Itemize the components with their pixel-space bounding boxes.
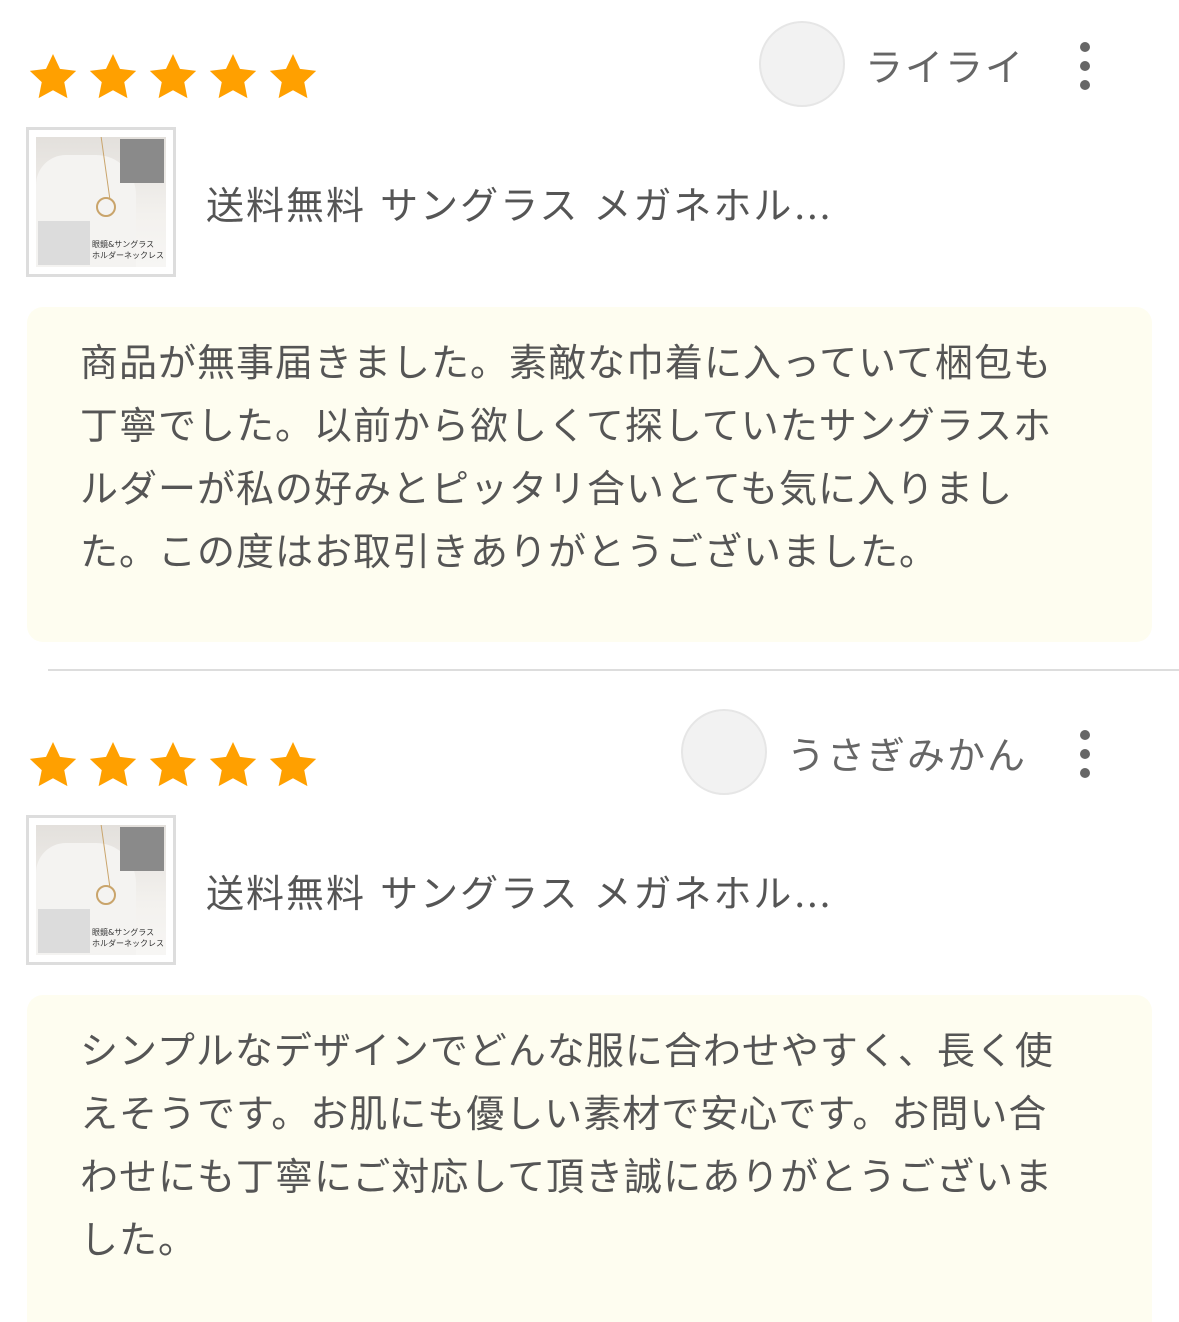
star-rating	[25, 738, 321, 792]
menu-dot	[1080, 768, 1090, 778]
product-link[interactable]: 眼鏡&サングラス ホルダーネックレス 送料無料 サングラス メガネホル…	[26, 815, 833, 965]
reviewer[interactable]: うさぎみかん	[681, 707, 1027, 797]
star-icon	[85, 738, 141, 792]
star-rating	[25, 50, 321, 104]
reviewer-name[interactable]: ライライ	[865, 37, 1025, 92]
product-title[interactable]: 送料無料 サングラス メガネホル…	[206, 175, 833, 230]
product-title[interactable]: 送料無料 サングラス メガネホル…	[206, 863, 833, 918]
review-card: うさぎみかん 眼鏡&サングラス ホルダーネックレス 送料無料 サングラス メガネ…	[0, 671, 1179, 1322]
star-icon	[205, 50, 261, 104]
product-link[interactable]: 眼鏡&サングラス ホルダーネックレス 送料無料 サングラス メガネホル…	[26, 127, 833, 277]
star-icon	[265, 738, 321, 792]
star-icon	[145, 738, 201, 792]
menu-dot	[1080, 730, 1090, 740]
thumbnail-caption: 眼鏡&サングラス ホルダーネックレス	[92, 240, 164, 260]
star-icon	[265, 50, 321, 104]
reviewer[interactable]: ライライ	[759, 19, 1025, 109]
star-icon	[25, 50, 81, 104]
review-comment: シンプルなデザインでどんな服に合わせやすく、長く使えそうです。お肌にも優しい素材…	[27, 995, 1152, 1322]
more-vertical-icon[interactable]	[1070, 42, 1100, 90]
product-image: 眼鏡&サングラス ホルダーネックレス	[36, 137, 166, 267]
review-card: ライライ 眼鏡&サングラス ホルダーネックレス 送料無料 サングラス メガネホル…	[0, 0, 1179, 670]
menu-dot	[1080, 61, 1090, 71]
product-image: 眼鏡&サングラス ホルダーネックレス	[36, 825, 166, 955]
star-icon	[25, 738, 81, 792]
review-comment: 商品が無事届きました。素敵な巾着に入っていて梱包も丁寧でした。以前から欲しくて探…	[27, 307, 1152, 642]
star-icon	[145, 50, 201, 104]
menu-dot	[1080, 42, 1090, 52]
avatar[interactable]	[759, 21, 845, 107]
menu-dot	[1080, 80, 1090, 90]
star-icon	[205, 738, 261, 792]
more-vertical-icon[interactable]	[1070, 730, 1100, 778]
avatar[interactable]	[681, 709, 767, 795]
thumbnail-caption: 眼鏡&サングラス ホルダーネックレス	[92, 928, 164, 948]
reviewer-name[interactable]: うさぎみかん	[787, 725, 1027, 780]
product-thumbnail[interactable]: 眼鏡&サングラス ホルダーネックレス	[26, 127, 176, 277]
product-thumbnail[interactable]: 眼鏡&サングラス ホルダーネックレス	[26, 815, 176, 965]
star-icon	[85, 50, 141, 104]
menu-dot	[1080, 749, 1090, 759]
